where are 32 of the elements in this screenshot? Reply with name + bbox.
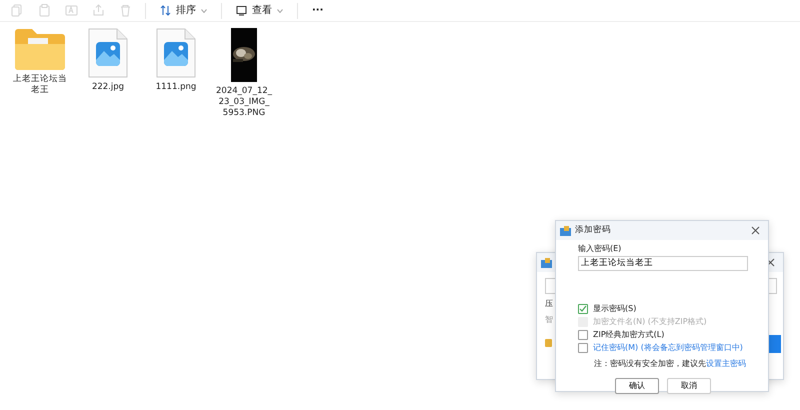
checkbox[interactable] (578, 304, 588, 314)
view-icon (236, 5, 247, 16)
file-name[interactable]: 上老王论坛当老王 (12, 74, 68, 96)
image-file-icon[interactable] (88, 28, 128, 78)
password-field[interactable]: 上老王论坛当老王 (578, 256, 748, 270)
sort-icon (160, 5, 171, 16)
remember-link[interactable]: 记住密码(M) (将会备忘到密码管理窗口中) (593, 342, 743, 354)
dialog-title: 添加密码 (575, 224, 611, 237)
field-label: 输入密码(E) (578, 243, 622, 255)
caret-icon (277, 8, 283, 12)
label: 智 (545, 314, 553, 326)
sort-menu[interactable]: 排序 (152, 0, 215, 20)
note-text: 注：密码没有安全加密，建议先 (594, 358, 706, 370)
archive-icon (541, 258, 552, 268)
label: 压 (545, 298, 553, 310)
cancel-button[interactable]: 取消 (667, 378, 711, 394)
archive-icon (560, 226, 571, 236)
confirm-button[interactable]: 确认 (615, 378, 659, 394)
more-button[interactable]: ··· (304, 0, 332, 20)
folder-icon[interactable] (14, 28, 66, 70)
image-file-icon[interactable] (156, 28, 196, 78)
file-name[interactable]: 2024_07_12_23_03_IMG_5953.PNG (216, 86, 272, 119)
option-label: ZIP经典加密方式(L) (593, 329, 664, 341)
option-label: 加密文件名(N) (不支持ZIP格式) (593, 316, 707, 328)
checkbox[interactable] (578, 330, 588, 340)
view-menu[interactable]: 查看 (228, 0, 291, 20)
settings-link[interactable]: 设置主密码 (706, 358, 746, 370)
caret-icon (201, 8, 207, 12)
option-label: 显示密码(S) (593, 303, 636, 315)
checkbox[interactable] (578, 343, 588, 353)
file-name[interactable]: 222.jpg (80, 82, 136, 93)
file-name[interactable]: 1111.png (148, 82, 204, 93)
